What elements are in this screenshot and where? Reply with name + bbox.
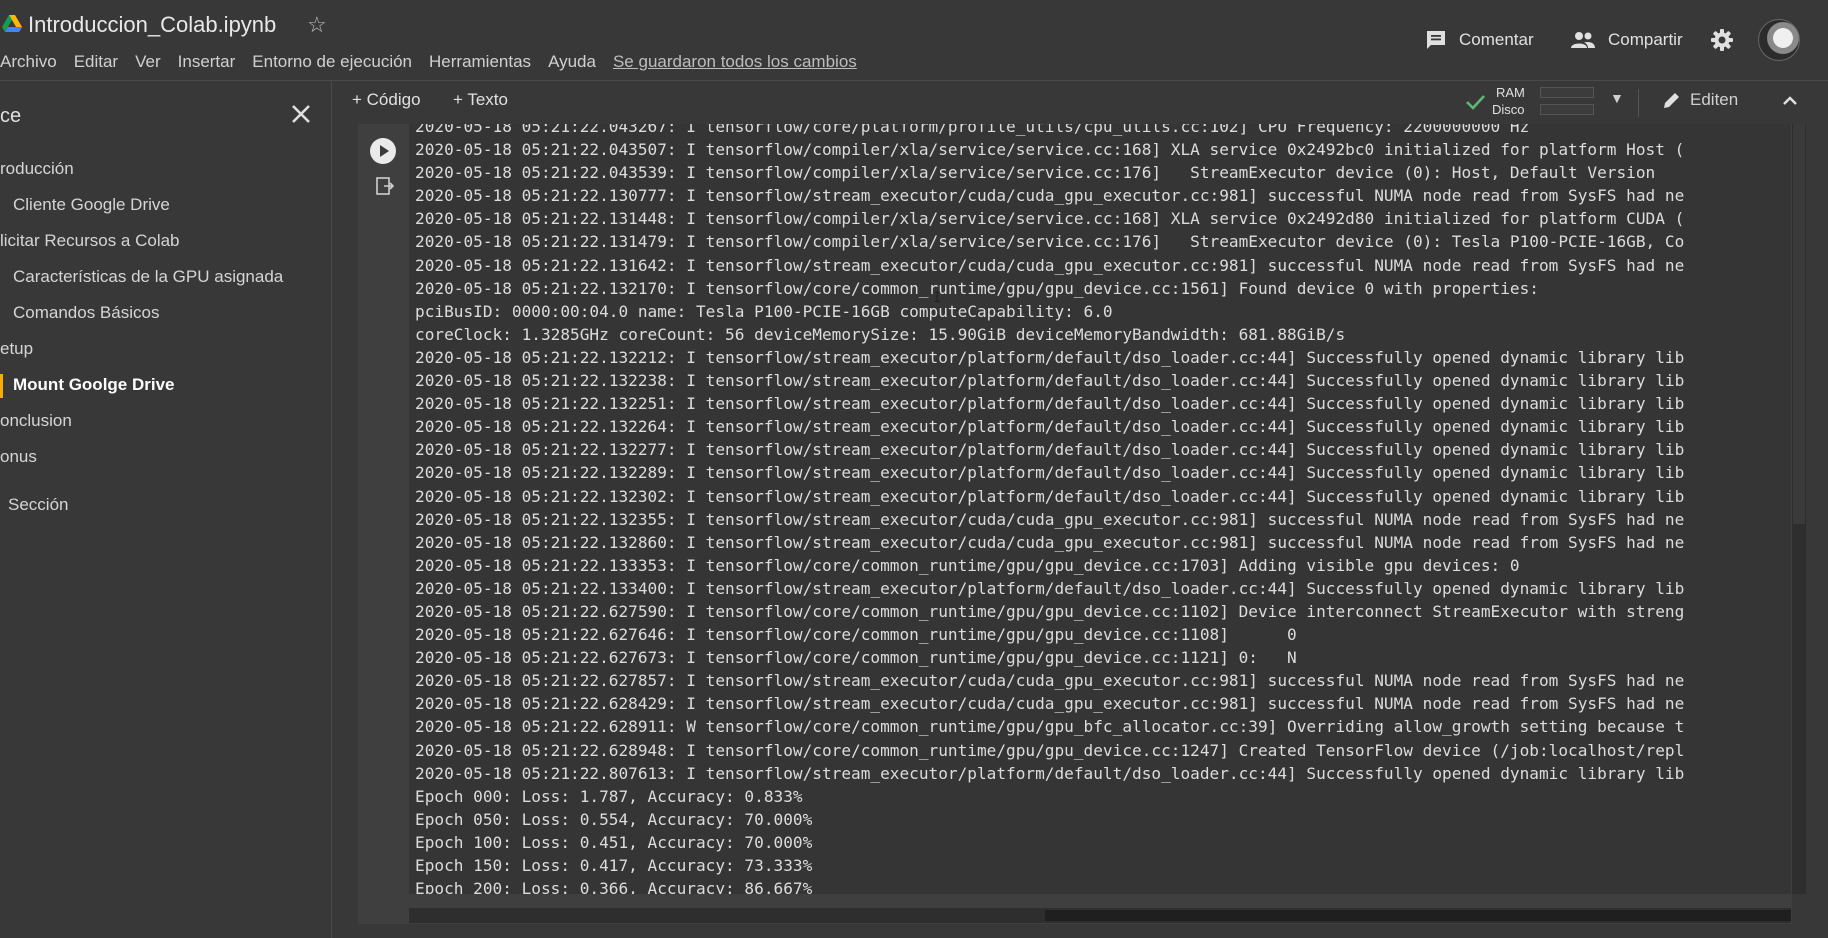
- menu-insertar[interactable]: Insertar: [178, 52, 236, 72]
- table-of-contents-panel: ce roducción Cliente Google Drive licita…: [0, 81, 332, 938]
- output-line: 2020-05-18 05:21:22.627646: I tensorflow…: [415, 625, 1297, 645]
- output-line: 2020-05-18 05:21:22.133400: I tensorflow…: [415, 578, 1685, 598]
- output-text: 2020-05-18 05:21:22.043267: I tensorflow…: [415, 124, 1684, 894]
- chevron-up-icon[interactable]: [1780, 91, 1800, 111]
- output-line: 2020-05-18 05:21:22.628429: I tensorflow…: [415, 694, 1685, 714]
- toolbar-divider: [1638, 89, 1639, 117]
- toc-item-caracteristicas-gpu[interactable]: Características de la GPU asignada: [13, 267, 283, 287]
- vertical-scrollbar-thumb[interactable]: [1793, 124, 1805, 524]
- output-line: 2020-05-18 05:21:22.043539: I tensorflow…: [415, 163, 1656, 183]
- output-line: 2020-05-18 05:21:22.132302: I tensorflow…: [415, 486, 1685, 506]
- output-line: 2020-05-18 05:21:22.132264: I tensorflow…: [415, 417, 1685, 437]
- toc-title: ce: [0, 105, 22, 127]
- comment-icon: [1427, 31, 1445, 49]
- output-line: 2020-05-18 05:21:22.132289: I tensorflow…: [415, 463, 1685, 483]
- output-line: 2020-05-18 05:21:22.131642: I tensorflow…: [415, 255, 1685, 275]
- chevron-down-icon[interactable]: ▼: [1610, 90, 1624, 106]
- menu-bar: Archivo Editar Ver Insertar Entorno de e…: [0, 50, 857, 74]
- toc-item-bonus[interactable]: onus: [0, 447, 37, 467]
- toc-item-mount-google-drive[interactable]: Mount Goolge Drive: [13, 375, 175, 395]
- output-line: 2020-05-18 05:21:22.132355: I tensorflow…: [415, 509, 1685, 529]
- output-line: 2020-05-18 05:21:22.628948: I tensorflow…: [415, 740, 1685, 760]
- output-line: 2020-05-18 05:21:22.132212: I tensorflow…: [415, 347, 1685, 367]
- output-line: Epoch 000: Loss: 1.787, Accuracy: 0.833%: [415, 786, 803, 806]
- output-line: 2020-05-18 05:21:22.627590: I tensorflow…: [415, 601, 1685, 621]
- close-icon[interactable]: [289, 102, 313, 126]
- edit-mode-label: Editen: [1690, 90, 1739, 109]
- add-code-button[interactable]: + Código: [352, 90, 421, 110]
- output-line: 2020-05-18 05:21:22.043267: I tensorflow…: [415, 124, 1530, 136]
- menu-herramientas[interactable]: Herramientas: [429, 52, 531, 72]
- gear-icon[interactable]: [1710, 28, 1734, 52]
- output-line: Epoch 150: Loss: 0.417, Accuracy: 73.333…: [415, 856, 813, 875]
- output-line: 2020-05-18 05:21:22.132277: I tensorflow…: [415, 440, 1685, 460]
- disk-label: Disco: [1492, 102, 1525, 117]
- ram-label: RAM: [1496, 85, 1525, 100]
- ram-usage-bar[interactable]: [1540, 87, 1594, 98]
- play-icon[interactable]: [370, 138, 396, 164]
- comment-label: Comentar: [1459, 30, 1534, 49]
- output-line: Epoch 100: Loss: 0.451, Accuracy: 70.000…: [415, 832, 813, 852]
- menu-ver[interactable]: Ver: [135, 52, 161, 72]
- toc-item-solicitar-recursos[interactable]: licitar Recursos a Colab: [0, 231, 180, 251]
- toc-active-indicator: [0, 374, 3, 398]
- output-line: 2020-05-18 05:21:22.130777: I tensorflow…: [415, 186, 1685, 206]
- toc-item-introduccion[interactable]: roducción: [0, 159, 74, 179]
- menu-archivo[interactable]: Archivo: [0, 52, 57, 72]
- toc-item-conclusion[interactable]: onclusion: [0, 411, 72, 431]
- output-line: 2020-05-18 05:21:22.627673: I tensorflow…: [415, 648, 1297, 668]
- output-line: 2020-05-18 05:21:22.131448: I tensorflow…: [415, 209, 1685, 229]
- menu-editar[interactable]: Editar: [74, 52, 118, 72]
- output-line: coreClock: 1.3285GHz coreCount: 56 devic…: [415, 324, 1346, 344]
- output-line: 2020-05-18 05:21:22.628911: W tensorflow…: [415, 717, 1685, 737]
- google-drive-icon[interactable]: [2, 15, 22, 33]
- comment-button[interactable]: Comentar: [1425, 25, 1534, 55]
- check-icon: [1466, 95, 1485, 110]
- add-section-button[interactable]: Sección: [8, 495, 68, 515]
- notebook-toolbar: + Código + Texto RAM Disco ▼ Editen: [332, 81, 1828, 123]
- text-cursor-icon: I: [933, 290, 942, 306]
- output-line: Epoch 050: Loss: 0.554, Accuracy: 70.000…: [415, 809, 813, 829]
- toc-item-comandos-basicos[interactable]: Comandos Básicos: [13, 303, 159, 323]
- disk-usage-bar[interactable]: [1540, 104, 1594, 115]
- edit-mode-button[interactable]: Editen: [1662, 90, 1738, 110]
- header: Introduccion_Colab.ipynb ☆ Archivo Edita…: [0, 0, 1828, 81]
- toc-item-setup[interactable]: etup: [0, 339, 33, 359]
- notebook-title[interactable]: Introduccion_Colab.ipynb: [28, 12, 276, 38]
- output-line: 2020-05-18 05:21:22.043507: I tensorflow…: [415, 140, 1685, 160]
- output-line: pciBusID: 0000:00:04.0 name: Tesla P100-…: [415, 301, 1113, 321]
- menu-entorno-ejecucion[interactable]: Entorno de ejecución: [252, 52, 412, 72]
- output-line: 2020-05-18 05:21:22.627857: I tensorflow…: [415, 671, 1685, 691]
- output-line: 2020-05-18 05:21:22.807613: I tensorflow…: [415, 763, 1685, 783]
- cell-output[interactable]: 2020-05-18 05:21:22.043267: I tensorflow…: [409, 124, 1791, 894]
- output-line: Epoch 200: Loss: 0.366, Accuracy: 86.667…: [415, 879, 813, 894]
- output-line: 2020-05-18 05:21:22.132860: I tensorflow…: [415, 532, 1685, 552]
- output-line: 2020-05-18 05:21:22.131479: I tensorflow…: [415, 232, 1685, 252]
- people-icon: [1571, 32, 1595, 48]
- avatar[interactable]: [1758, 19, 1800, 61]
- share-button[interactable]: Compartir: [1570, 25, 1683, 55]
- star-icon[interactable]: ☆: [307, 12, 327, 38]
- horizontal-scrollbar-thumb[interactable]: [1045, 910, 1791, 921]
- toc-item-cliente-google-drive[interactable]: Cliente Google Drive: [13, 195, 170, 215]
- output-line: 2020-05-18 05:21:22.132238: I tensorflow…: [415, 371, 1685, 391]
- output-line: 2020-05-18 05:21:22.132251: I tensorflow…: [415, 394, 1685, 414]
- output-line: 2020-05-18 05:21:22.132170: I tensorflow…: [415, 278, 1539, 298]
- share-label: Compartir: [1608, 30, 1683, 49]
- add-text-button[interactable]: + Texto: [453, 90, 508, 110]
- output-toggle-icon[interactable]: [375, 176, 395, 196]
- save-status-link[interactable]: Se guardaron todos los cambios: [613, 52, 857, 72]
- pencil-icon: [1664, 93, 1679, 108]
- output-line: 2020-05-18 05:21:22.133353: I tensorflow…: [415, 555, 1520, 575]
- menu-ayuda[interactable]: Ayuda: [548, 52, 596, 72]
